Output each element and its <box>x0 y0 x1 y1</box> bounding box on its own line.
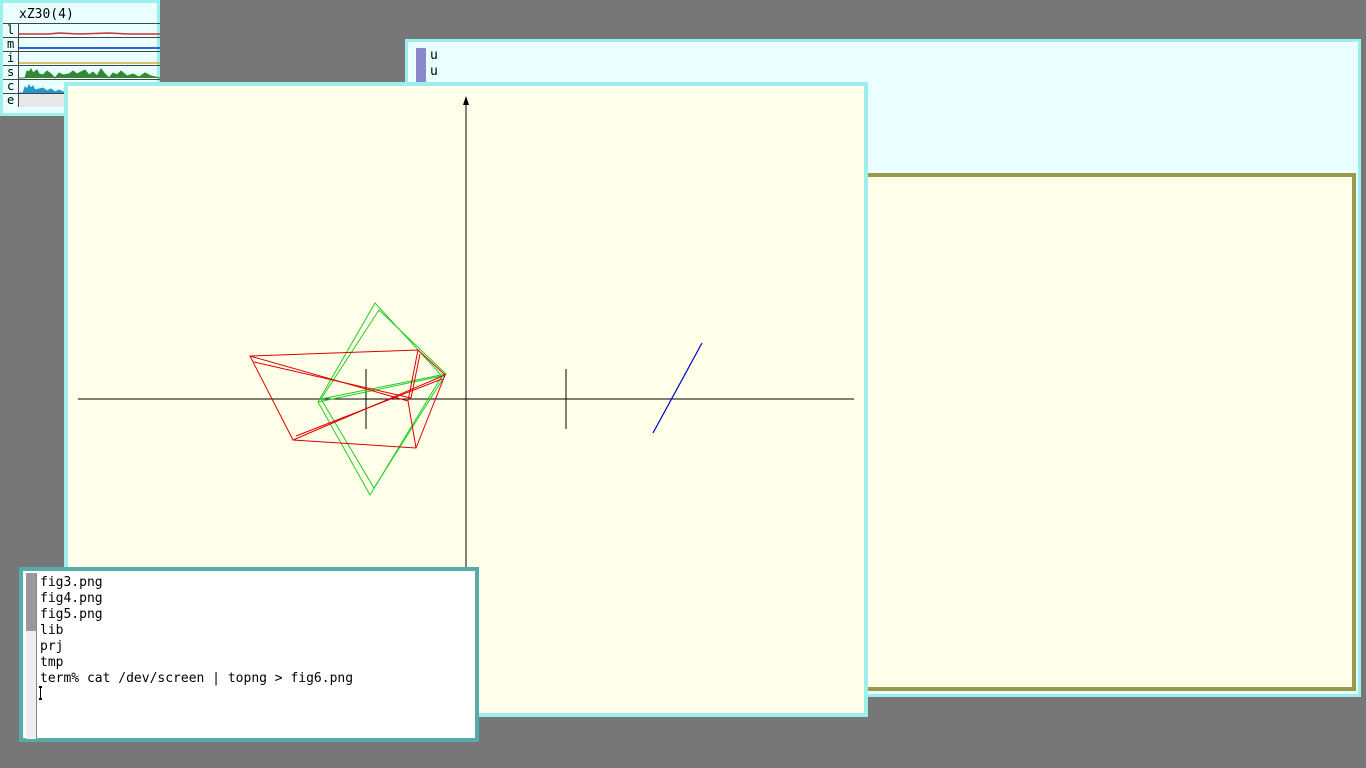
terminal-window[interactable]: fig3.png fig4.png fig5.png lib prj tmp t… <box>19 567 479 742</box>
terminal-scroll-thumb[interactable] <box>26 573 36 631</box>
stats-row-load: l <box>3 23 160 37</box>
stats-row-label: i <box>7 51 15 65</box>
terminal-line: fig4.png <box>40 591 103 606</box>
terminal-line: fig5.png <box>40 607 103 622</box>
terminal-line: prj <box>40 639 64 654</box>
terminal-line: tmp <box>40 655 64 670</box>
load-graph <box>19 32 160 35</box>
stats-title: xZ30(4) <box>19 7 74 22</box>
stats-row-label: c <box>7 79 15 93</box>
stats-row-label: l <box>7 23 15 37</box>
stats-row-label: s <box>7 65 15 79</box>
stats-row-label: m <box>7 37 15 51</box>
terminal-line: fig3.png <box>40 575 103 590</box>
stats-row-syscall: s <box>3 65 160 79</box>
stats-row-mem: m <box>3 37 160 51</box>
text-cursor <box>39 686 42 700</box>
terminal-output[interactable]: fig3.png fig4.png fig5.png lib prj tmp t… <box>40 575 353 687</box>
blue-line <box>652 342 703 434</box>
editor-tag-line: u <box>430 64 438 79</box>
editor-body[interactable] <box>863 173 1356 691</box>
intr-graph <box>19 62 160 64</box>
syscall-graph <box>19 68 160 79</box>
mem-graph <box>19 47 160 49</box>
stats-row-intr: i <box>3 51 160 65</box>
terminal-command-line[interactable]: term% cat /dev/screen | topng > fig6.png <box>40 671 353 687</box>
editor-tag-line: u <box>430 48 438 63</box>
up-arrow-icon <box>463 96 469 105</box>
terminal-scrollbar[interactable] <box>26 573 37 739</box>
terminal-line: lib <box>40 623 64 638</box>
stats-row-label: e <box>7 93 15 107</box>
